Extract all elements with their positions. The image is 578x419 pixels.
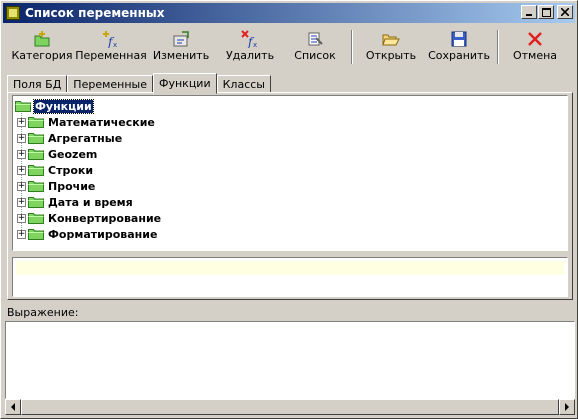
close-window-button[interactable] bbox=[557, 5, 573, 19]
expand-icon[interactable]: + bbox=[17, 133, 26, 143]
toolbar: Категория f x Переменная Изменить f x Уд… bbox=[5, 27, 573, 69]
add-category-icon bbox=[34, 31, 50, 47]
folder-icon bbox=[15, 101, 31, 112]
folder-icon bbox=[28, 165, 44, 176]
svg-text:x: x bbox=[113, 41, 117, 48]
variables-window: Список переменных Категория f x Переменн… bbox=[0, 0, 578, 419]
category-button[interactable]: Категория bbox=[9, 27, 75, 67]
delete-label: Удалить bbox=[225, 49, 275, 62]
tree-node-label: Форматирование bbox=[48, 227, 158, 241]
tree-node-label: Geozem bbox=[48, 147, 98, 161]
edit-button[interactable]: Изменить bbox=[147, 27, 215, 67]
tree-root-label: Функции bbox=[33, 98, 94, 114]
expand-icon[interactable]: + bbox=[17, 197, 26, 207]
description-panel bbox=[12, 257, 568, 297]
tree-node-label: Агрегатные bbox=[48, 131, 123, 145]
cancel-button[interactable]: Отмена bbox=[503, 27, 567, 67]
save-label: Сохранить bbox=[428, 49, 490, 62]
folder-icon bbox=[28, 117, 44, 128]
open-button[interactable]: Открыть bbox=[359, 27, 423, 67]
tree-node-label: Строки bbox=[48, 163, 94, 177]
cancel-x-icon bbox=[528, 32, 542, 46]
toolbar-separator bbox=[351, 30, 353, 64]
title-bar[interactable]: Список переменных bbox=[3, 3, 575, 23]
maximize-button[interactable] bbox=[538, 5, 554, 19]
arrow-left-icon bbox=[11, 403, 15, 411]
expression-label: Выражение: bbox=[7, 306, 79, 319]
folder-icon bbox=[28, 133, 44, 144]
tree-node-strings[interactable]: + Строки bbox=[17, 162, 93, 178]
description-highlight bbox=[16, 261, 564, 275]
list-button[interactable]: Список bbox=[285, 27, 345, 67]
save-button[interactable]: Сохранить bbox=[425, 27, 493, 67]
expand-icon[interactable]: + bbox=[17, 117, 26, 127]
category-label: Категория bbox=[11, 49, 73, 62]
list-label: Список bbox=[294, 49, 336, 62]
folder-icon bbox=[28, 229, 44, 240]
folder-icon bbox=[28, 213, 44, 224]
scroll-right-button[interactable] bbox=[559, 399, 575, 415]
open-label: Открыть bbox=[365, 49, 417, 62]
folder-icon bbox=[28, 197, 44, 208]
minimize-icon bbox=[526, 14, 532, 16]
variable-label: Переменная bbox=[75, 49, 147, 62]
expand-icon[interactable]: + bbox=[17, 181, 26, 191]
tree-node-geozem[interactable]: + Geozem bbox=[17, 146, 97, 162]
tab-functions[interactable]: Функции bbox=[153, 73, 217, 94]
edit-icon bbox=[173, 31, 189, 47]
tab-classes[interactable]: Классы bbox=[216, 75, 271, 93]
save-disk-icon bbox=[451, 31, 467, 47]
cancel-label: Отмена bbox=[512, 49, 558, 62]
close-icon bbox=[561, 8, 569, 16]
tree-node-math[interactable]: + Математические bbox=[17, 114, 155, 130]
open-folder-icon bbox=[382, 34, 400, 46]
list-icon bbox=[308, 32, 323, 46]
tab-strip: Поля БД Переменные Функции Классы bbox=[7, 73, 271, 94]
expand-icon[interactable]: + bbox=[17, 165, 26, 175]
folder-icon bbox=[28, 181, 44, 192]
variable-button[interactable]: f x Переменная bbox=[75, 27, 147, 67]
tree-node-label: Математические bbox=[48, 115, 155, 129]
delete-variable-icon: f x bbox=[241, 30, 257, 48]
tree-node-label: Дата и время bbox=[48, 195, 133, 209]
tree-node-label: Прочие bbox=[48, 179, 96, 193]
tree-node-other[interactable]: + Прочие bbox=[17, 178, 95, 194]
window-title: Список переменных bbox=[25, 6, 165, 20]
tree-node-datetime[interactable]: + Дата и время bbox=[17, 194, 133, 210]
tab-db-fields[interactable]: Поля БД bbox=[7, 75, 68, 93]
expression-editor[interactable] bbox=[5, 321, 575, 399]
svg-text:x: x bbox=[253, 41, 257, 48]
folder-icon bbox=[28, 149, 44, 160]
arrow-right-icon bbox=[565, 403, 569, 411]
maximize-icon bbox=[541, 7, 551, 17]
toolbar-separator bbox=[497, 30, 499, 64]
tree-root-node[interactable]: Функции bbox=[15, 98, 94, 114]
expand-icon[interactable]: + bbox=[17, 229, 26, 239]
horizontal-scrollbar[interactable] bbox=[5, 399, 575, 415]
tree-node-convert[interactable]: + Конвертирование bbox=[17, 210, 161, 226]
minimize-button[interactable] bbox=[521, 5, 537, 19]
tree-node-format[interactable]: + Форматирование bbox=[17, 226, 157, 242]
edit-label: Изменить bbox=[152, 49, 210, 62]
expand-icon[interactable]: + bbox=[17, 213, 26, 223]
tree-node-label: Конвертирование bbox=[48, 211, 162, 225]
expand-icon[interactable]: + bbox=[17, 149, 26, 159]
scroll-thumb[interactable] bbox=[21, 399, 559, 415]
scroll-left-button[interactable] bbox=[5, 399, 21, 415]
delete-button[interactable]: f x Удалить bbox=[217, 27, 283, 67]
add-variable-icon: f x bbox=[103, 31, 117, 48]
tab-variables[interactable]: Переменные bbox=[67, 75, 153, 93]
app-icon bbox=[6, 6, 20, 20]
tree-node-aggregate[interactable]: + Агрегатные bbox=[17, 130, 122, 146]
